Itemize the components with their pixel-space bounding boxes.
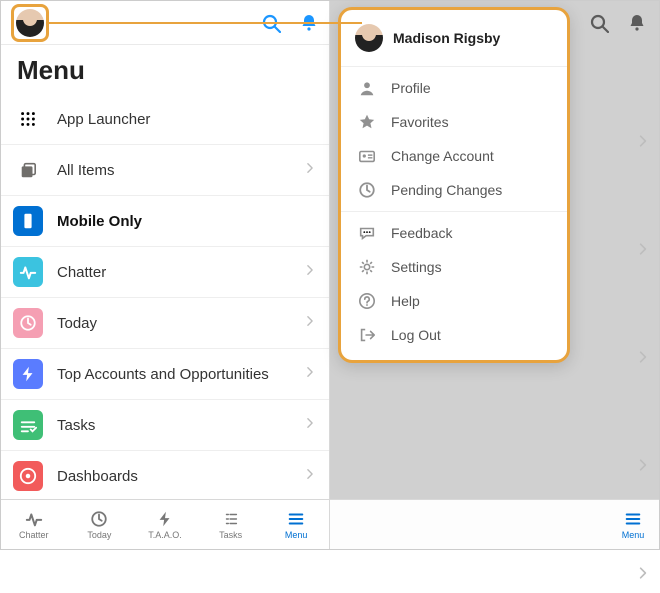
tab-bar: Chatter Today T.A.A.O. Tasks Menu [1, 499, 329, 549]
divider [341, 211, 567, 212]
user-popover: Madison Rigsby Profile Favorites Change Ac… [338, 7, 570, 363]
popover-item-profile[interactable]: Profile [341, 71, 567, 105]
chevron-right-icon [303, 263, 317, 282]
menu-list: App Launcher All Items Mobile Only Chatter T… [1, 94, 329, 499]
menu-item-app-launcher[interactable]: App Launcher [1, 94, 329, 145]
tab-menu[interactable]: Menu [607, 500, 659, 549]
divider [341, 66, 567, 67]
popover-item-label: Favorites [391, 114, 449, 130]
menu-item-label: Tasks [57, 417, 289, 434]
popover-item-logout[interactable]: Log Out [341, 318, 567, 352]
menu-item-label: Dashboards [57, 468, 289, 485]
question-icon [357, 292, 377, 310]
menu-item-top-accounts[interactable]: Top Accounts and Opportunities [1, 349, 329, 400]
chevron-right-icon [303, 467, 317, 486]
tab-tasks[interactable]: Tasks [198, 500, 264, 549]
tab-taao[interactable]: T.A.A.O. [132, 500, 198, 549]
popover-item-feedback[interactable]: Feedback [341, 216, 567, 250]
tab-menu[interactable]: Menu [263, 500, 329, 549]
menu-item-chatter[interactable]: Chatter [1, 247, 329, 298]
popover-item-pending[interactable]: Pending Changes [341, 173, 567, 207]
menu-item-tasks[interactable]: Tasks [1, 400, 329, 451]
popover-item-label: Help [391, 293, 420, 309]
user-name: Madison Rigsby [393, 30, 500, 46]
menu-item-all-items[interactable]: All Items [1, 145, 329, 196]
grid-icon [13, 104, 43, 134]
menu-item-label: Today [57, 315, 289, 332]
tab-label: T.A.A.O. [148, 530, 182, 540]
chevron-right-icon [303, 314, 317, 333]
popover-item-help[interactable]: Help [341, 284, 567, 318]
popover-item-label: Log Out [391, 327, 441, 343]
clock-icon [357, 181, 377, 199]
menu-item-dashboards[interactable]: Dashboards [1, 451, 329, 499]
menu-item-label: Top Accounts and Opportunities [57, 366, 289, 383]
popover-item-label: Profile [391, 80, 431, 96]
page-title: Menu [1, 45, 329, 94]
tab-today[interactable]: Today [67, 500, 133, 549]
chevron-right-icon [303, 416, 317, 435]
popover-item-label: Change Account [391, 148, 494, 164]
chat-icon [357, 224, 377, 242]
popover-item-change-account[interactable]: Change Account [341, 139, 567, 173]
popover-item-label: Feedback [391, 225, 452, 241]
tab-label: Today [87, 530, 111, 540]
gauge-icon [13, 461, 43, 491]
tab-chatter[interactable]: Chatter [1, 500, 67, 549]
avatar-button-highlighted[interactable] [11, 4, 49, 42]
menu-item-label: All Items [57, 162, 289, 179]
chevron-right-icon [303, 161, 317, 180]
menu-item-label: App Launcher [57, 111, 317, 128]
star-icon [357, 113, 377, 131]
popover-item-settings[interactable]: Settings [341, 250, 567, 284]
person-icon [357, 79, 377, 97]
clock-icon [13, 308, 43, 338]
pulse-icon [13, 257, 43, 287]
tab-label: Chatter [19, 530, 49, 540]
popover-header[interactable]: Madison Rigsby [341, 18, 567, 62]
chevron-right-icon [303, 365, 317, 384]
menu-item-mobile-only[interactable]: Mobile Only [1, 196, 329, 247]
logout-icon [357, 326, 377, 344]
bell-icon [627, 13, 647, 33]
bolt-icon [13, 359, 43, 389]
idcard-icon [357, 147, 377, 165]
popover-item-label: Pending Changes [391, 182, 502, 198]
right-pane: Madison Rigsby Profile Favorites Change Ac… [330, 1, 659, 549]
avatar-icon [355, 24, 383, 52]
search-icon [589, 13, 609, 33]
avatar-icon [16, 9, 44, 37]
callout-connector [46, 22, 362, 24]
gear-icon [357, 258, 377, 276]
popover-item-label: Settings [391, 259, 442, 275]
stack-icon [13, 155, 43, 185]
phone-icon [13, 206, 43, 236]
menu-item-today[interactable]: Today [1, 298, 329, 349]
menu-item-label: Chatter [57, 264, 289, 281]
tab-label: Menu [622, 530, 645, 540]
tab-bar-dimmed: Menu [330, 499, 659, 549]
popover-item-favorites[interactable]: Favorites [341, 105, 567, 139]
tab-label: Menu [285, 530, 308, 540]
menu-item-label: Mobile Only [57, 213, 317, 230]
left-pane: Menu App Launcher All Items Mobile Only Cha… [1, 1, 330, 549]
tab-label: Tasks [219, 530, 242, 540]
check-icon [13, 410, 43, 440]
